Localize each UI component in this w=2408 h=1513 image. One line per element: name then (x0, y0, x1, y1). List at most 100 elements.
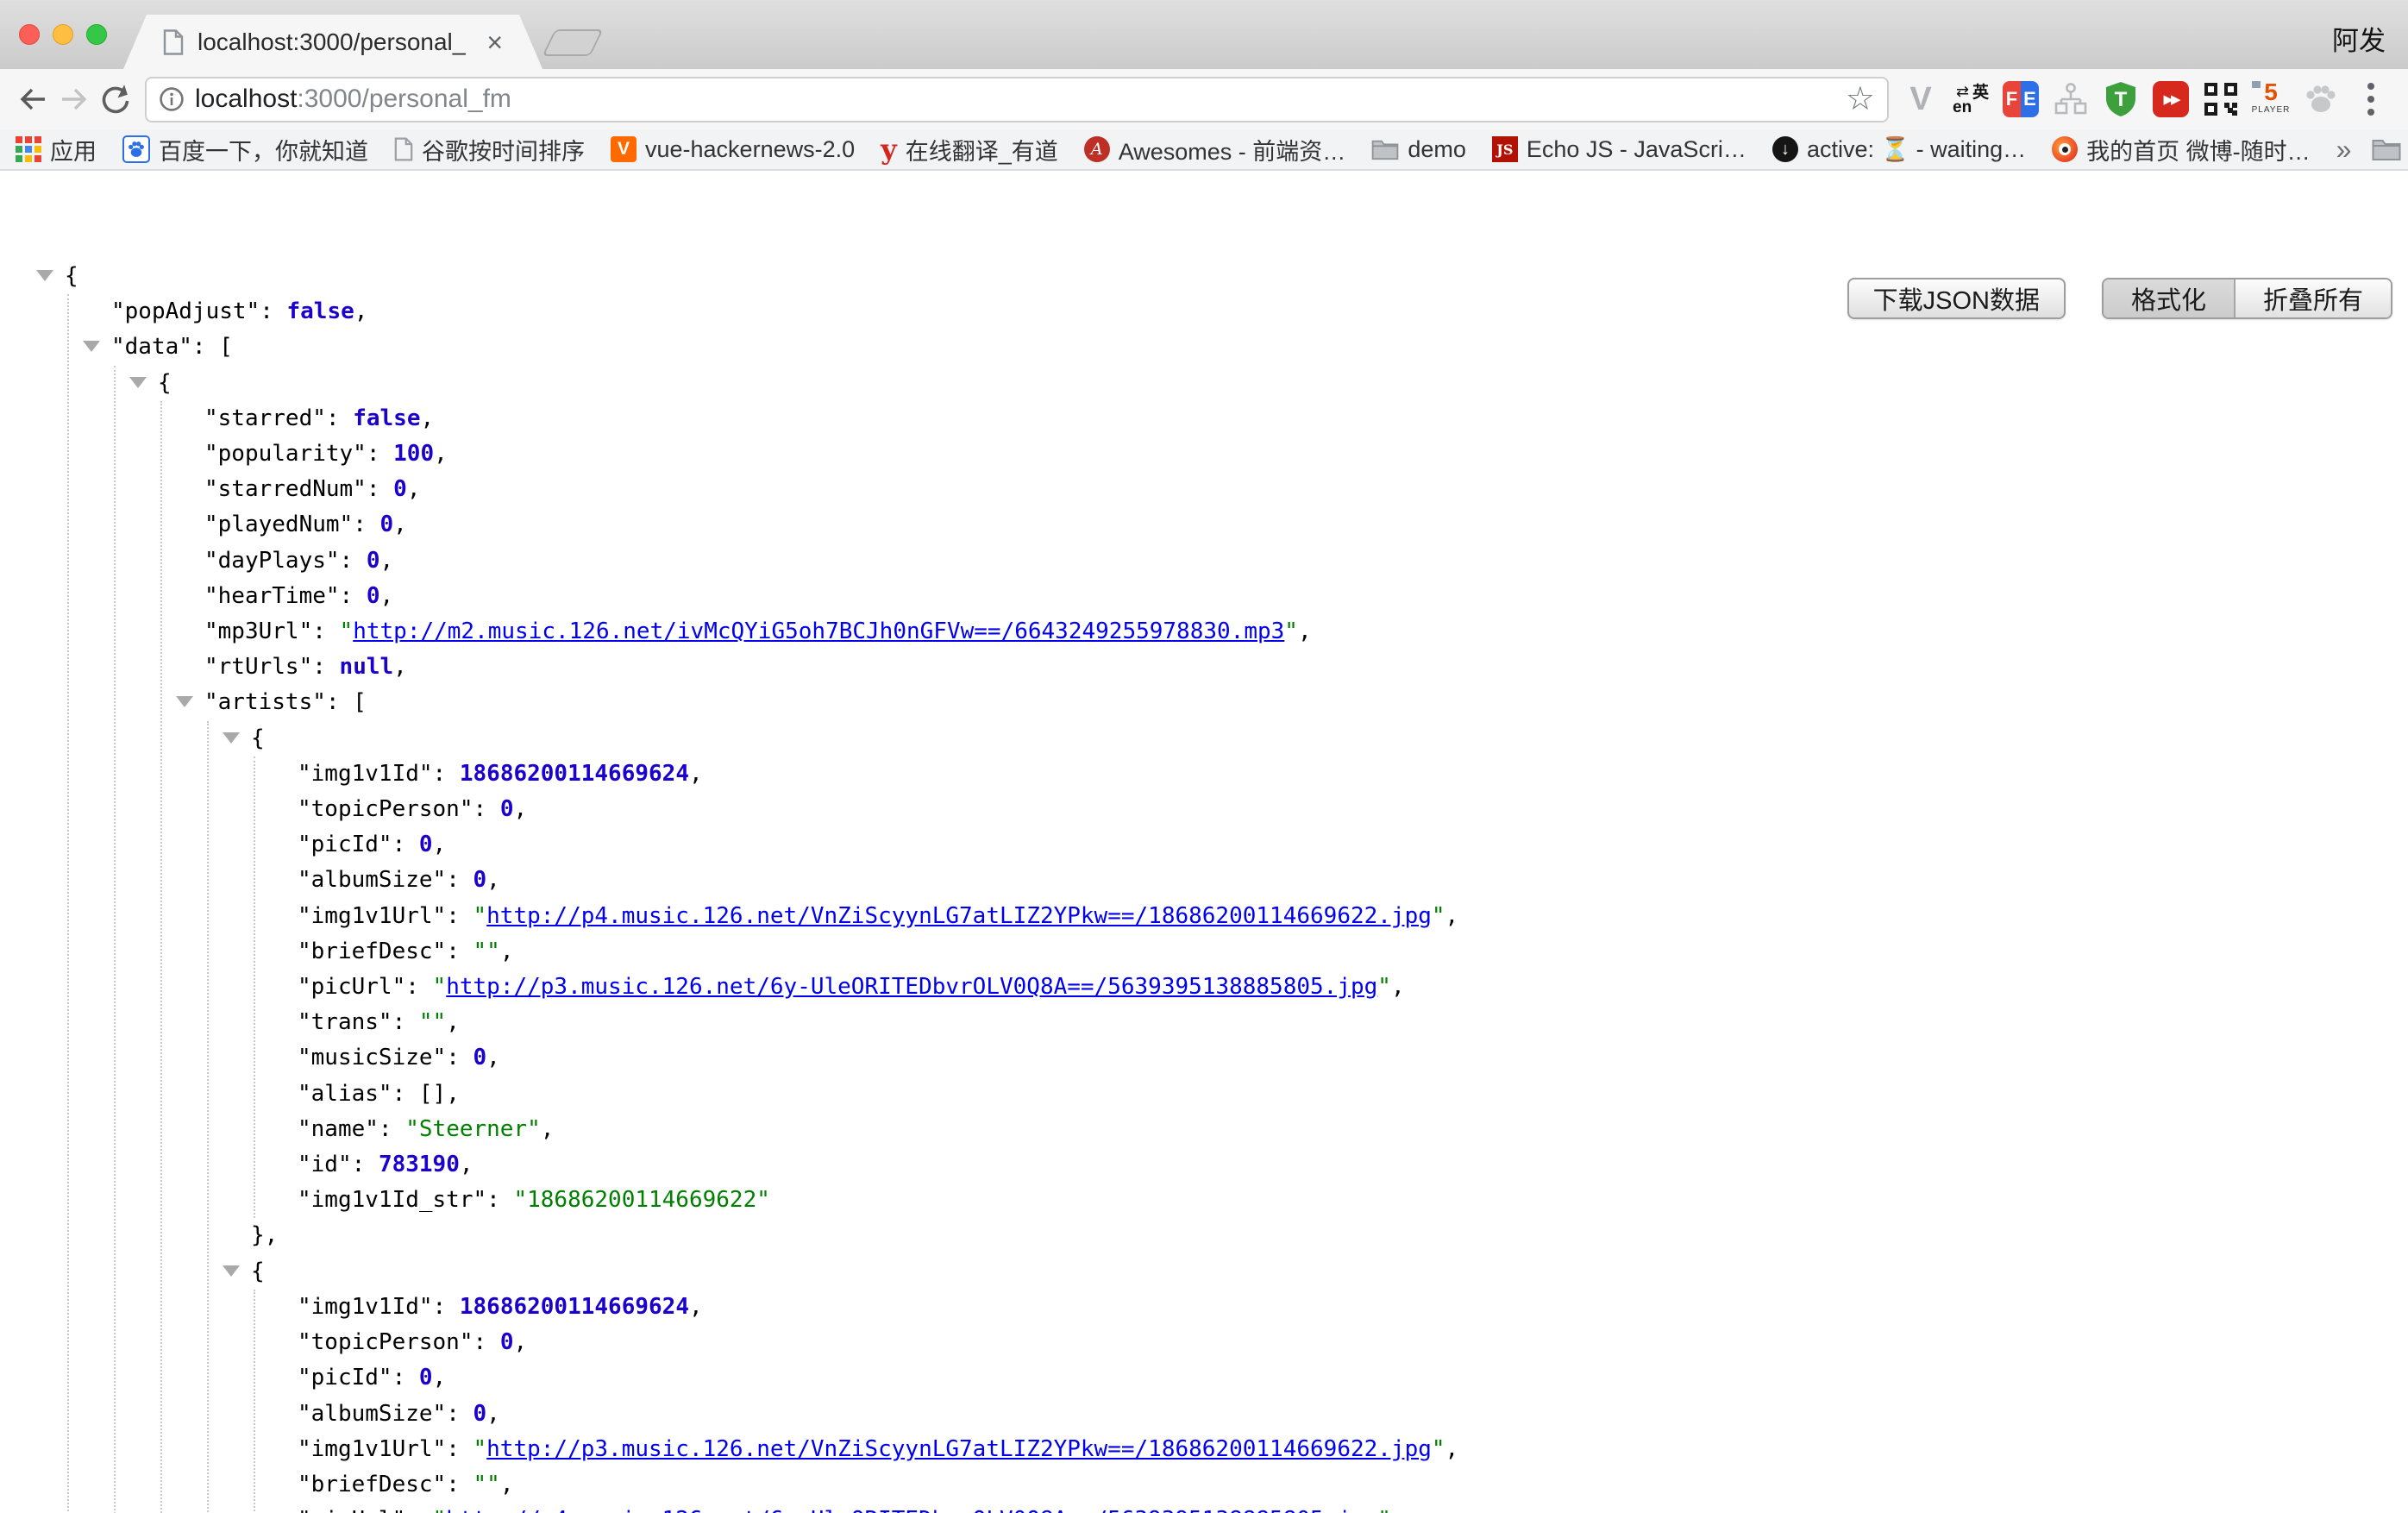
json-line: "briefDesc": "", (298, 934, 2408, 970)
json-string-quote: " (1284, 618, 1298, 644)
bookmarks-overflow-icon[interactable]: » (2336, 134, 2352, 166)
fe-helper-icon[interactable]: FE (2001, 79, 2041, 119)
bookmark-item[interactable]: y在线翻译_有道 (881, 133, 1058, 166)
json-string-value: "18686200114669622" (513, 1187, 769, 1213)
bookmark-item[interactable]: 我的首页 微博-随时… (2052, 133, 2311, 166)
back-icon[interactable] (12, 78, 53, 120)
folder-icon (2372, 137, 2401, 161)
other-bookmarks-folder[interactable]: 其他书签 (2372, 133, 2408, 166)
json-line: "alias": [], (298, 1077, 2408, 1112)
json-string-quote: " (433, 974, 447, 1000)
json-bool-value: false (287, 298, 354, 324)
extension-icons: V 英 ⇄ en FE T ▶▶ (1901, 79, 2391, 119)
json-key: "popularity" (204, 441, 367, 467)
json-key: "musicSize" (298, 1045, 446, 1070)
json-key: "starredNum" (204, 476, 367, 502)
tab-close-icon[interactable]: × (486, 28, 503, 56)
json-line: "name": "Steerner", (298, 1112, 2408, 1147)
collapse-triangle-icon[interactable] (36, 270, 53, 281)
json-children: {"starred": false,"popularity": 100,"sta… (114, 366, 2408, 1513)
json-key: "trans" (298, 1009, 392, 1035)
collapse-triangle-icon[interactable] (223, 732, 240, 744)
forward-icon[interactable] (53, 78, 95, 120)
json-string-value: "" (473, 939, 500, 964)
json-num-value: 0 (473, 867, 487, 893)
json-null-value: null (340, 654, 394, 680)
bookmark-label: vue-hackernews-2.0 (645, 136, 855, 163)
collapse-triangle-icon[interactable] (176, 696, 193, 707)
collapse-triangle-icon[interactable] (83, 341, 100, 352)
json-children: "img1v1Id": 18686200114669624,"topicPers… (254, 1290, 2408, 1513)
json-line: { (158, 366, 2408, 401)
bookmark-item[interactable]: 应用 (16, 133, 97, 166)
bookmark-item[interactable]: AAwesomes - 前端资… (1084, 133, 1346, 166)
json-line: "img1v1Id": 18686200114669624, (298, 756, 2408, 792)
chrome-menu-icon[interactable] (2351, 79, 2391, 119)
new-tab-button[interactable] (542, 29, 603, 56)
fast-forward-icon[interactable]: ▶▶ (2151, 79, 2191, 119)
json-bool-value: false (353, 405, 420, 431)
json-link[interactable]: http://p3.music.126.net/VnZiScyynLG7atLI… (486, 1436, 1432, 1462)
browser-tab[interactable]: localhost:3000/personal_fm × (123, 15, 542, 69)
sitemap-icon[interactable] (2051, 79, 2091, 119)
json-string-quote: " (473, 1436, 487, 1462)
json-string-quote: " (1377, 974, 1391, 1000)
profile-name[interactable]: 阿发 (2332, 19, 2386, 58)
json-key: "albumSize" (298, 867, 446, 893)
bookmark-star-icon[interactable]: ☆ (1846, 83, 1875, 116)
page-favicon-icon (163, 29, 184, 55)
reload-icon[interactable] (95, 78, 136, 120)
collapse-triangle-icon[interactable] (129, 377, 147, 388)
json-line: "rtUrls": null, (204, 650, 2408, 685)
bookmark-item[interactable]: 百度一下，你就知道 (122, 133, 368, 166)
bookmark-item[interactable]: Vvue-hackernews-2.0 (611, 136, 855, 163)
minimize-window-button[interactable] (53, 24, 73, 45)
json-key: "alias" (298, 1081, 392, 1107)
json-key: "img1v1Id_str" (298, 1187, 486, 1213)
json-line: "albumSize": 0, (298, 863, 2408, 898)
json-line: { (65, 259, 2408, 294)
url-bar[interactable]: localhost:3000/personal_fm ☆ (145, 77, 1889, 122)
close-window-button[interactable] (19, 24, 40, 45)
json-link[interactable]: http://p4.music.126.net/VnZiScyynLG7atLI… (486, 903, 1432, 929)
json-line: "musicSize": 0, (298, 1040, 2408, 1076)
json-num-value: 0 (500, 1329, 514, 1355)
json-key: "hearTime" (204, 583, 340, 609)
bookmark-item[interactable]: 谷歌按时间排序 (394, 133, 585, 166)
json-key: "data" (111, 334, 192, 360)
json-line: "topicPerson": 0, (298, 792, 2408, 827)
json-key: "id" (298, 1152, 352, 1177)
paw-icon[interactable] (2301, 79, 2341, 119)
qr-code-icon[interactable] (2201, 79, 2241, 119)
bookmark-label: active: ⏳ - waiting… (1807, 135, 2026, 163)
translate-icon[interactable]: 英 ⇄ en (1951, 79, 1991, 119)
url-text: localhost:3000/personal_fm (195, 85, 511, 114)
json-string-value: "Steerner" (405, 1116, 541, 1142)
json-num-value: 18686200114669624 (460, 761, 689, 787)
json-children: "popAdjust": false,"data": [{"starred": … (67, 294, 2408, 1513)
tampermonkey-icon[interactable]: T (2101, 79, 2141, 119)
json-link[interactable]: http://p4.music.126.net/6y-UleORITEDbvrO… (446, 1507, 1377, 1513)
json-key: "briefDesc" (298, 939, 446, 964)
json-line: "playedNum": 0, (204, 507, 2408, 543)
json-key: "picUrl" (298, 974, 405, 1000)
collapse-triangle-icon[interactable] (223, 1265, 240, 1277)
html5-player-icon[interactable]: 5 PLAYER (2251, 79, 2291, 119)
page-info-icon[interactable] (159, 86, 185, 112)
bookmark-item[interactable]: demo (1371, 136, 1466, 163)
bookmark-item[interactable]: ↓active: ⏳ - waiting… (1772, 135, 2026, 163)
page-icon (394, 137, 413, 161)
json-key: "topicPerson" (298, 1329, 473, 1355)
json-num-value: 0 (419, 1365, 433, 1391)
json-key: "playedNum" (204, 512, 353, 537)
json-string-value: "" (419, 1009, 446, 1035)
zoom-window-button[interactable] (86, 24, 107, 45)
json-line: "starredNum": 0, (204, 472, 2408, 507)
bookmark-item[interactable]: JSEcho JS - JavaScri… (1492, 136, 1746, 163)
json-link[interactable]: http://m2.music.126.net/ivMcQYiG5oh7BCJh… (353, 618, 1284, 644)
json-link[interactable]: http://p3.music.126.net/6y-UleORITEDbvrO… (446, 974, 1377, 1000)
vue-devtools-icon[interactable]: V (1901, 79, 1941, 119)
json-line: "hearTime": 0, (204, 579, 2408, 614)
weibo-icon (2052, 136, 2078, 162)
json-key: "albumSize" (298, 1401, 446, 1427)
